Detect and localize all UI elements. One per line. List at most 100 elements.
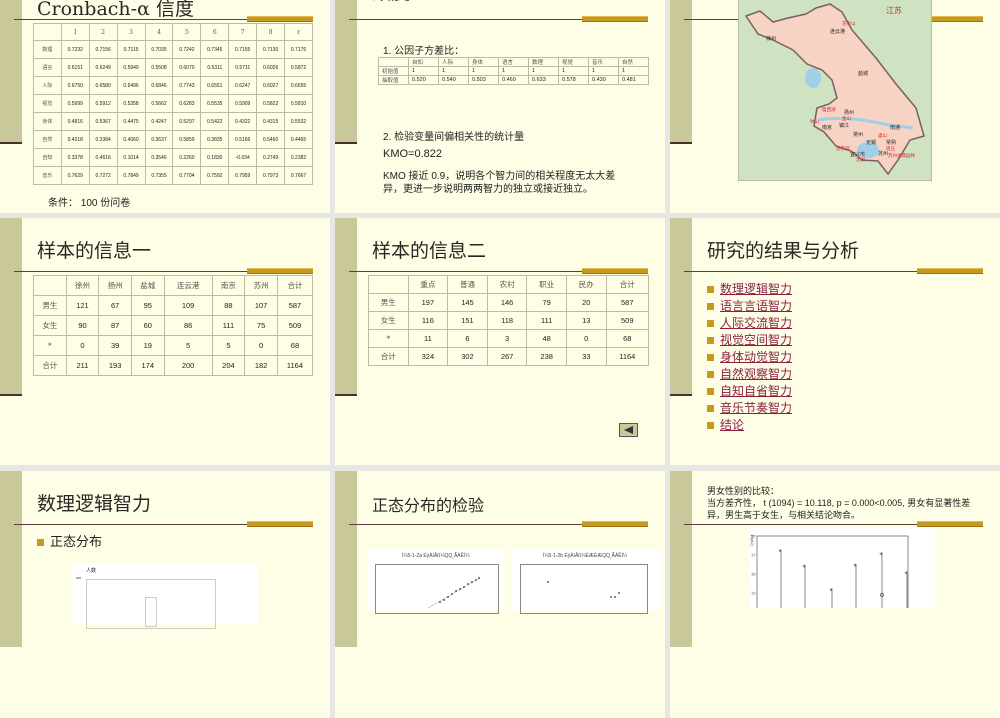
table-row: 音乐 0.7629 0.7272 0.7849 0.7355 0.7704 0.7592 0.… xyxy=(33,166,313,185)
slide-thumbnail-6[interactable]: 研究的结果与分析 数理逻辑智力 语言言语智力 人际交流智力 视觉空间智力 身体动觉智力自… xyxy=(670,218,1000,465)
table-cell: 0.520 xyxy=(408,75,439,85)
star-marker: * xyxy=(880,552,884,560)
slide-thumbnail-8[interactable]: 正态分布的检验 Í¼5-1-2a ÉýÀíÂß¼­QQ¸ÃÀÊÍ¼ Í¼5-1-… xyxy=(335,471,665,718)
column-header: 视觉 xyxy=(558,57,589,67)
column-header: 南京 xyxy=(211,275,246,296)
gold-bar xyxy=(247,268,313,274)
toc-link[interactable]: 音乐节奏智力 xyxy=(720,401,792,415)
table-cell: -0.034 xyxy=(228,148,258,167)
toc-item[interactable]: 视觉空间智力 xyxy=(707,331,792,348)
toc-item[interactable]: 自然观察智力 xyxy=(707,365,792,382)
table-cell: 193 xyxy=(98,355,132,376)
table-cell: 语言 xyxy=(33,58,62,77)
map-sight: 善卷洞 xyxy=(836,145,850,152)
map-province-label: 江苏 xyxy=(886,5,902,15)
table-cell: 107 xyxy=(244,295,278,316)
heading-2: 2. 检验变量间偏相关性的统计量 xyxy=(383,132,525,143)
table-cell: 6 xyxy=(447,329,488,348)
column-header: 5 xyxy=(172,23,202,41)
table-cell: 0.3637 xyxy=(144,130,174,149)
toc-item[interactable]: 数理逻辑智力 xyxy=(707,280,792,297)
table-cell: 0.5166 xyxy=(228,130,258,149)
slide-thumbnail-7[interactable]: 数理逻辑智力 正态分布 人数 300 xyxy=(0,471,330,718)
sidebar-band xyxy=(0,218,22,394)
map-sight: 苏州古典园林 xyxy=(888,152,915,159)
slide-thumbnail-4[interactable]: 样本的信息一 徐州 扬州 盐城 连云港 南京 苏州 合计 男生 121 67 95 109 88 107 5… xyxy=(0,218,330,465)
y-tick-label: 16 xyxy=(751,573,755,577)
table-header-row: 徐州 扬州 盐城 连云港 南京 苏州 合计 xyxy=(33,275,314,296)
toc-item[interactable]: 自知自省智力 xyxy=(707,382,792,399)
map-city: 南通 xyxy=(890,124,900,131)
bullet-square-icon xyxy=(707,337,714,344)
table-cell: 60 xyxy=(130,315,165,336)
qq-points xyxy=(427,577,481,609)
toc-item[interactable]: 人际交流智力 xyxy=(707,314,792,331)
toc-link[interactable]: 人际交流智力 xyxy=(720,316,792,330)
table-cell: 0.4475 xyxy=(116,112,146,131)
toc-item[interactable]: 语言言语智力 xyxy=(707,297,792,314)
table-cell: 1 xyxy=(588,66,619,76)
table-cell: 68 xyxy=(276,335,314,356)
toc-link[interactable]: 自然观察智力 xyxy=(720,367,792,381)
table-cell: 238 xyxy=(526,347,567,366)
table-cell: 197 xyxy=(407,293,449,312)
table-cell: 67 xyxy=(98,295,132,316)
bullet-square-icon xyxy=(707,405,714,412)
toc-link[interactable]: 语言言语智力 xyxy=(720,299,792,313)
table-cell: 95 xyxy=(130,295,165,316)
column-header: 自知 xyxy=(408,57,439,67)
data-table: 重点 普通 农村 职业 民办 合计 男生 197 145 146 79 20 587 女生 116 151 11… xyxy=(368,275,650,366)
map-city: 盐城 xyxy=(858,70,868,77)
table-header-row: 重点 普通 农村 职业 民办 合计 xyxy=(368,275,650,294)
table-cell: 1 xyxy=(528,66,559,76)
column-header: 3 xyxy=(116,23,146,41)
table-cell: 19 xyxy=(130,335,165,356)
table-cell: 0.5909 xyxy=(228,94,258,113)
map-city: 南京 xyxy=(822,124,832,131)
toc-item[interactable]: 音乐节奏智力 xyxy=(707,399,792,416)
toc-item[interactable]: 结论 xyxy=(707,416,744,433)
gold-bar xyxy=(917,521,983,527)
bullet-square-icon xyxy=(707,286,714,293)
toc-link[interactable]: 身体动觉智力 xyxy=(720,350,792,364)
slide-thumbnail-5[interactable]: 样本的信息二 重点 普通 农村 职业 民办 合计 男生 197 145 146 79 20 587 女生 1… xyxy=(335,218,665,465)
table-cell: 0.7345 xyxy=(200,40,230,59)
toc-link[interactable]: 自知自省智力 xyxy=(720,384,792,398)
slide-thumbnail-2[interactable]: 效度 1. 公因子方差比： 自知人际身体语言数理视觉音乐自然初始值1111111… xyxy=(335,0,665,213)
table-cell: 1164 xyxy=(276,355,314,376)
table-cell: 0.5460 xyxy=(256,130,286,149)
table-cell: 0.5508 xyxy=(144,58,174,77)
table-row: 身体 0.4816 0.5367 0.4475 0.4247 0.5297 0.5422 0.… xyxy=(33,112,313,131)
toc-link[interactable]: 数理逻辑智力 xyxy=(720,282,792,296)
gold-bar xyxy=(582,521,648,527)
table-row: 合计 324 302 267 238 33 1164 xyxy=(368,347,650,366)
map-city: 镇江 xyxy=(839,122,849,129)
toc-item[interactable]: 身体动觉智力 xyxy=(707,348,792,365)
table-cell: 111 xyxy=(526,311,567,330)
toc-link[interactable]: 视觉空间智力 xyxy=(720,333,792,347)
star-marker: * xyxy=(830,588,834,596)
table-row: 视觉 0.5999 0.5912 0.5358 0.5662 0.6283 0.5535 0.… xyxy=(33,94,313,113)
slide-thumbnail-1[interactable]: Cronbach-α 信度 1 2 3 4 5 6 7 8 r 数理 0.7232 0.7156 0.7… xyxy=(0,0,330,213)
slide-thumbnail-9[interactable]: 男女性别的比较： 当方差齐性， t (1094) = 10.118, p = 0… xyxy=(670,471,1000,718)
table-cell: 587 xyxy=(605,293,650,312)
slide-thumbnail-3[interactable]: 江苏 徐州 连云港 盐城 扬州 南京 镇江 常州 无锡 常熟 南通 苏州 宜兴市… xyxy=(670,0,1000,213)
back-button[interactable] xyxy=(619,423,638,437)
kmo-value: KMO=0.822 xyxy=(383,148,443,160)
table-cell: 33 xyxy=(565,347,607,366)
table-cell: 0.6551 xyxy=(200,76,230,95)
table-cell: 0.3384 xyxy=(88,130,118,149)
map-city: 无锡 xyxy=(866,139,876,146)
sidebar-band xyxy=(335,471,357,647)
toc-link[interactable]: 结论 xyxy=(720,418,744,432)
heading-1: 1. 公因子方差比： xyxy=(383,46,465,57)
column-header: 连云港 xyxy=(163,275,213,296)
star-marker: * xyxy=(779,549,783,557)
table-cell: 145 xyxy=(447,293,488,312)
table-cell: 0.5810 xyxy=(284,94,313,113)
table-cell: 39 xyxy=(98,335,132,356)
table-cell: 0.5422 xyxy=(200,112,230,131)
map-city: 徐州 xyxy=(766,35,776,42)
table-cell: 0.6070 xyxy=(172,58,202,77)
sidebar-band xyxy=(0,471,22,647)
